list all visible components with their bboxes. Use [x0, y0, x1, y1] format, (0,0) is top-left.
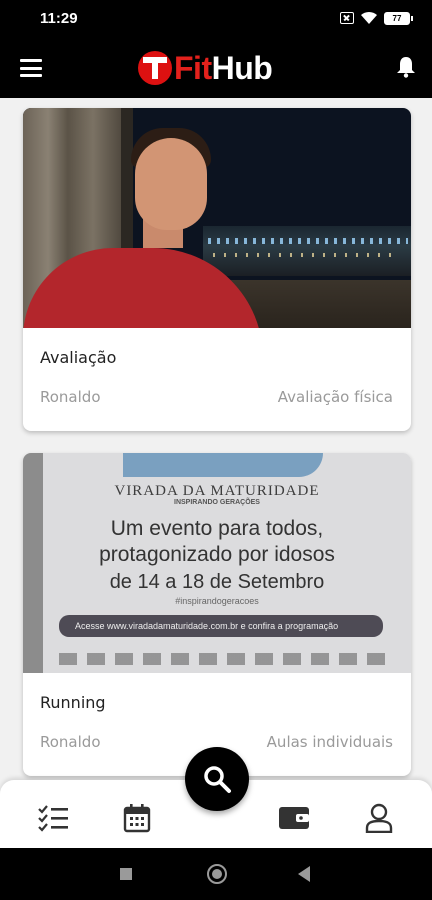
- logo-mark-icon: [138, 51, 172, 85]
- system-nav-bar: [0, 848, 432, 900]
- logo-text-hub: Hub: [211, 49, 273, 86]
- feed-list: Avaliação Ronaldo Avaliação física VIRAD…: [0, 98, 432, 780]
- nav-wallet-button[interactable]: [277, 802, 311, 834]
- banner-line: Um evento para todos,: [110, 517, 324, 540]
- card-category: Avaliação física: [277, 388, 393, 406]
- menu-icon[interactable]: [20, 59, 42, 77]
- recents-icon[interactable]: [120, 868, 132, 880]
- search-icon: [204, 766, 231, 793]
- card-title: Avaliação: [40, 348, 117, 367]
- bell-icon[interactable]: [396, 56, 416, 78]
- nav-calendar-button[interactable]: [120, 802, 154, 834]
- banner-url-bar: Acesse www.viradadamaturidade.com.br e c…: [59, 615, 383, 637]
- checklist-icon: [38, 805, 68, 832]
- no-sim-icon: [340, 12, 354, 24]
- nav-profile-button[interactable]: [362, 802, 396, 834]
- user-icon: [365, 803, 393, 833]
- app-logo: Fit Hub: [138, 48, 273, 88]
- search-button[interactable]: [185, 747, 249, 811]
- card-photo: [23, 108, 411, 328]
- wifi-icon: [361, 11, 377, 24]
- banner-line: de 14 a 18 de Setembro: [109, 571, 325, 593]
- wallet-icon: [279, 807, 309, 829]
- card-photo: VIRADA DA MATURIDADE INSPIRANDO GERAÇÕES…: [23, 453, 411, 673]
- feed-card[interactable]: VIRADA DA MATURIDADE INSPIRANDO GERAÇÕES…: [23, 453, 411, 776]
- banner-hashtag: #inspirandogeracoes: [175, 596, 259, 606]
- banner-line: INSPIRANDO GERAÇÕES: [174, 499, 260, 506]
- banner-line: protagonizado por idosos: [99, 543, 335, 566]
- app-header: Fit Hub: [0, 38, 432, 98]
- back-icon[interactable]: [298, 866, 310, 882]
- calendar-icon: [123, 804, 151, 833]
- card-category: Aulas individuais: [266, 733, 393, 751]
- card-title: Running: [40, 693, 106, 712]
- nav-checklist-button[interactable]: [36, 802, 70, 834]
- banner-sponsor-logos: [59, 653, 389, 665]
- app-screen: 11:29 77 Fit Hub Avaliação Ronaldo Avali…: [0, 0, 432, 900]
- card-author: Ronaldo: [40, 733, 101, 751]
- status-bar: 11:29 77: [0, 0, 432, 38]
- feed-card[interactable]: Avaliação Ronaldo Avaliação física: [23, 108, 411, 431]
- battery-icon: 77: [384, 11, 413, 25]
- status-icons: 77: [340, 11, 413, 25]
- card-author: Ronaldo: [40, 388, 101, 406]
- home-icon[interactable]: [207, 864, 227, 884]
- logo-text-fit: Fit: [174, 49, 212, 86]
- status-time: 11:29: [40, 10, 78, 27]
- banner-line: VIRADA DA MATURIDADE: [114, 483, 320, 499]
